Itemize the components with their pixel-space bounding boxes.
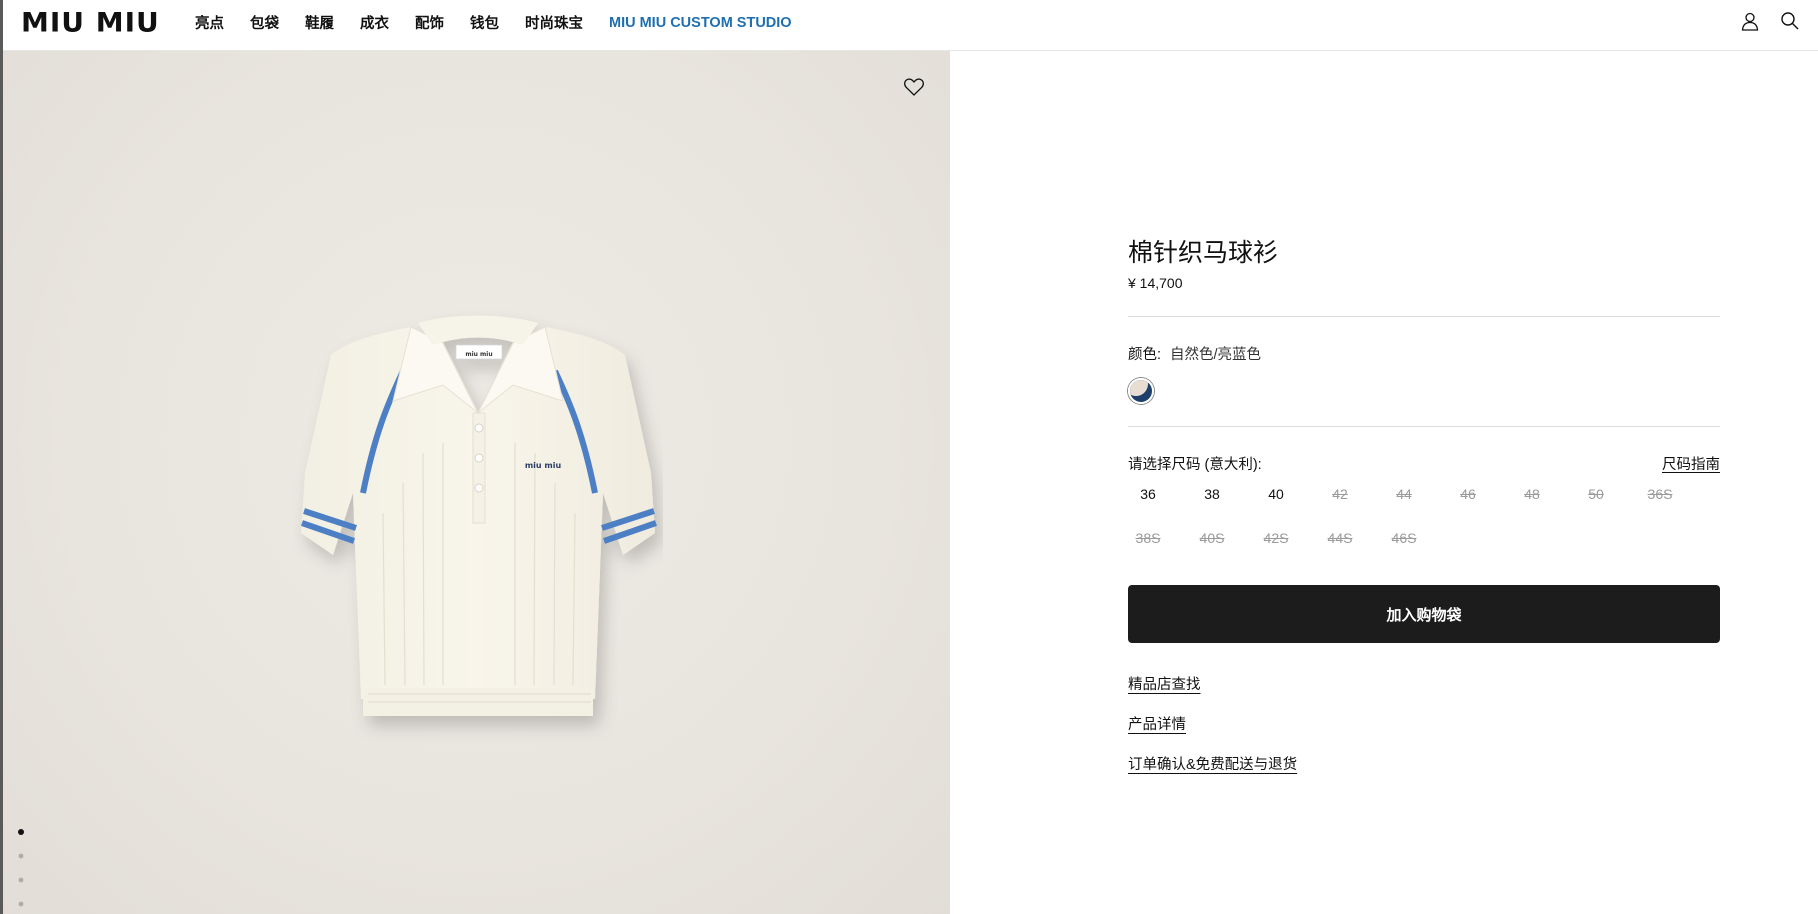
size-guide-link[interactable]: 尺码指南 — [1662, 453, 1720, 474]
divider — [1128, 316, 1720, 317]
shipping-returns-link[interactable]: 订单确认&免费配送与退货 — [1128, 753, 1297, 774]
heart-icon[interactable] — [903, 76, 925, 98]
nav-item-jewelry[interactable]: 时尚珠宝 — [525, 12, 583, 33]
product-details-link[interactable]: 产品详情 — [1128, 713, 1186, 734]
product-image-polo-shirt: miu miu miu miu — [301, 315, 657, 716]
svg-text:miu miu: miu miu — [465, 351, 492, 358]
svg-text:miu miu: miu miu — [525, 461, 562, 470]
color-label: 颜色: — [1128, 347, 1162, 363]
size-option-50: 50 — [1588, 486, 1604, 502]
size-option-40[interactable]: 40 — [1256, 486, 1296, 502]
nav-item-custom-studio[interactable]: MIU MIU CUSTOM STUDIO — [609, 15, 792, 31]
size-option-36[interactable]: 36 — [1128, 486, 1168, 502]
user-icon[interactable] — [1740, 11, 1760, 31]
nav-item-accessories[interactable]: 配饰 — [415, 12, 444, 33]
size-option-42: 42 — [1332, 486, 1348, 502]
brand-logo[interactable]: MIU MIU — [21, 9, 160, 37]
size-option-40s: 40S — [1199, 530, 1225, 546]
size-option-38s: 38S — [1135, 530, 1161, 546]
product-gallery[interactable]: miu miu miu miu — [3, 51, 950, 914]
nav-item-highlights[interactable]: 亮点 — [195, 12, 224, 33]
divider — [1128, 426, 1720, 427]
nav-item-wallets[interactable]: 钱包 — [470, 12, 499, 33]
size-option-46: 46 — [1460, 486, 1476, 502]
store-locator-link[interactable]: 精品店查找 — [1128, 673, 1201, 694]
size-label: 请选择尺码 (意大利): — [1128, 457, 1262, 473]
gallery-dot[interactable] — [18, 829, 24, 835]
size-option-46s: 46S — [1391, 530, 1417, 546]
size-option-42s: 42S — [1263, 530, 1289, 546]
gallery-dot[interactable] — [18, 853, 24, 859]
add-to-bag-button[interactable]: 加入购物袋 — [1128, 585, 1720, 643]
color-row: 颜色: 自然色/亮蓝色 — [1128, 343, 1261, 364]
header-actions — [1740, 11, 1800, 31]
nav-item-bags[interactable]: 包袋 — [250, 12, 279, 33]
color-value: 自然色/亮蓝色 — [1170, 347, 1262, 363]
size-option-36s: 36S — [1647, 486, 1673, 502]
gallery-pagination — [17, 828, 25, 908]
product-title: 棉针织马球衫 — [1128, 239, 1279, 267]
size-option-38[interactable]: 38 — [1192, 486, 1232, 502]
main-nav: 亮点 包袋 鞋履 成衣 配饰 钱包 时尚珠宝 MIU MIU CUSTOM ST… — [195, 0, 792, 45]
size-option-44: 44 — [1396, 486, 1412, 502]
nav-item-ready-to-wear[interactable]: 成衣 — [360, 12, 389, 33]
nav-item-shoes[interactable]: 鞋履 — [305, 12, 334, 33]
size-option-48: 48 — [1524, 486, 1540, 502]
gallery-dot[interactable] — [18, 901, 24, 907]
product-price: ¥ 14,700 — [1128, 275, 1183, 291]
site-header: MIU MIU 亮点 包袋 鞋履 成衣 配饰 钱包 时尚珠宝 MIU MIU C… — [3, 0, 1818, 51]
gallery-dot[interactable] — [18, 877, 24, 883]
color-swatch-natural-bright-blue[interactable] — [1128, 378, 1154, 404]
search-icon[interactable] — [1780, 11, 1800, 31]
size-option-44s: 44S — [1327, 530, 1353, 546]
